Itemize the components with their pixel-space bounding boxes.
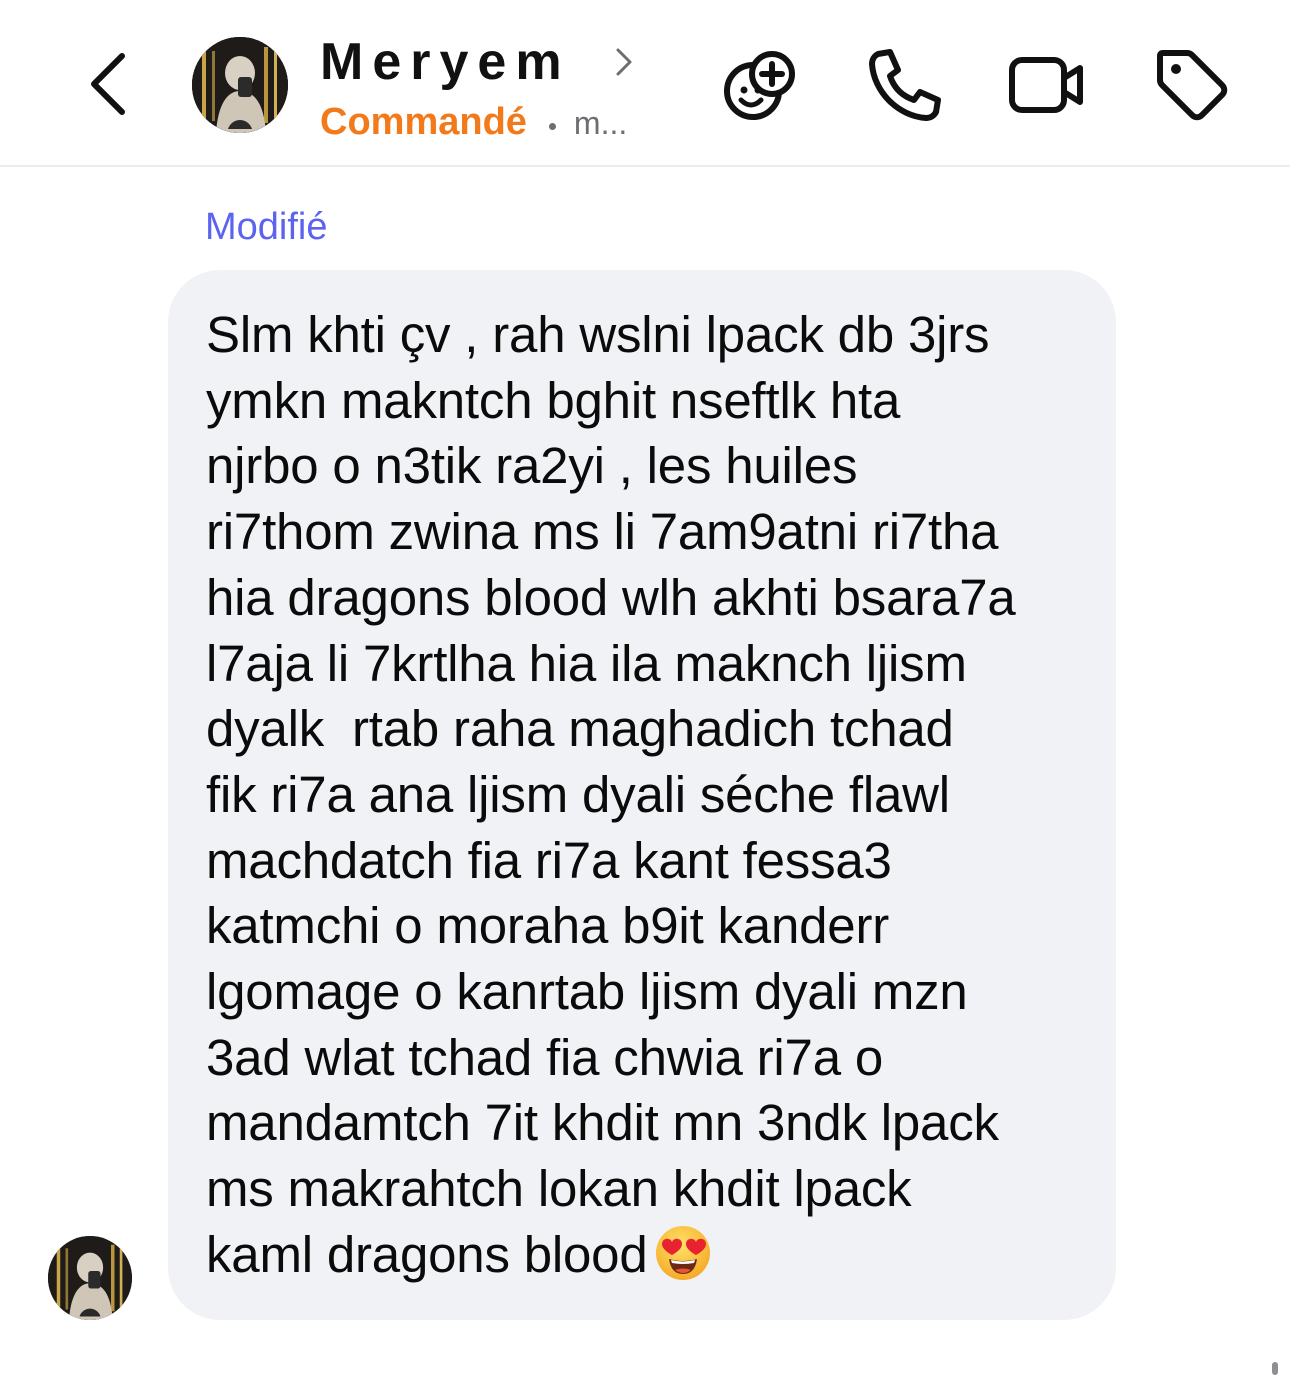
chevron-left-icon [91,53,125,115]
phone-icon [869,49,941,121]
video-call-button[interactable] [1006,44,1086,124]
heart-eyes-emoji-icon [654,1224,712,1282]
chat-header: Meryem Commandé m... [0,0,1290,167]
back-button[interactable] [78,44,138,124]
contact-photo [192,37,288,133]
message-bubble[interactable]: Slm khti çv , rah wslni lpack db 3jrs ym… [168,270,1116,1320]
message-body: Slm khti çv , rah wslni lpack db 3jrs ym… [206,306,1016,1283]
order-status-label: Commandé [320,101,527,143]
video-camera-icon [1009,57,1083,113]
contact-name[interactable]: Meryem [320,30,571,94]
contact-status[interactable]: Commandé m... [320,98,627,146]
status-extra-text: m... [573,105,628,141]
scroll-indicator[interactable] [1272,1362,1278,1375]
sender-avatar[interactable] [48,1236,132,1320]
label-button[interactable] [1152,44,1232,124]
game-invite-button[interactable] [718,44,798,124]
chevron-right-icon[interactable] [612,44,636,80]
contact-avatar[interactable] [192,37,288,133]
game-controller-plus-icon [724,51,795,120]
separator-dot [548,123,556,131]
audio-call-button[interactable] [864,44,944,124]
message-text: Slm khti çv , rah wslni lpack db 3jrs ym… [206,302,1076,1288]
tag-icon [1157,50,1228,121]
sender-photo [48,1236,132,1320]
edited-label: Modifié [205,206,328,248]
